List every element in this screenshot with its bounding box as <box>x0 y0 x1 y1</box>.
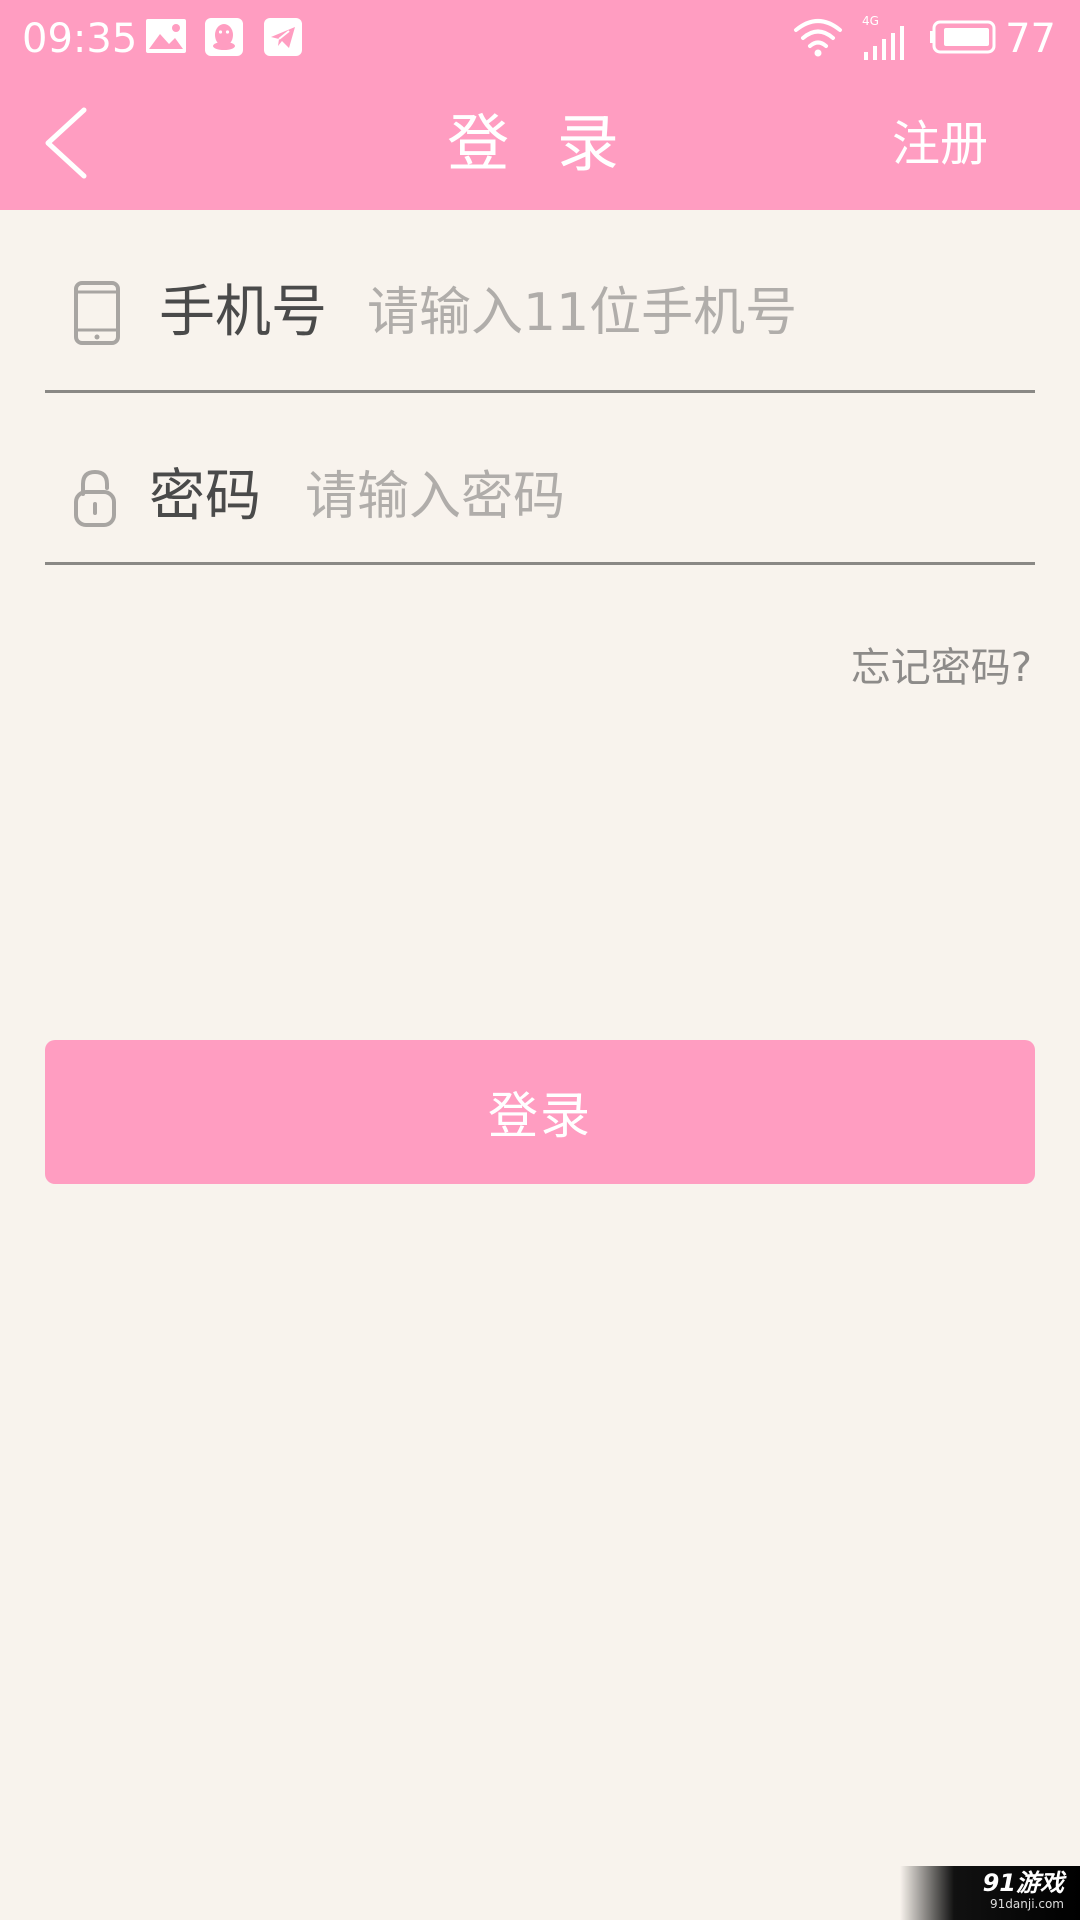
password-label: 密码 <box>149 464 261 529</box>
phone-row: 手机号 <box>45 210 1035 393</box>
login-button[interactable]: 登录 <box>45 1040 1035 1184</box>
telegram-icon <box>264 18 302 56</box>
signal-indicator: 4G <box>862 14 912 60</box>
status-time: 09:35 <box>22 16 138 62</box>
watermark-brand: 91游戏 <box>982 1869 1064 1897</box>
watermark-site: 91danji.com <box>990 1897 1064 1911</box>
password-input[interactable] <box>305 462 1025 532</box>
register-button[interactable]: 注册 <box>892 108 988 180</box>
password-row: 密码 <box>45 390 1035 565</box>
watermark: 91游戏 91danji.com <box>900 1866 1080 1920</box>
lock-icon <box>74 469 116 527</box>
image-icon <box>146 19 186 53</box>
battery-icon <box>930 20 996 54</box>
phone-icon <box>74 281 120 345</box>
status-bar: 09:35 4G 77 <box>0 0 1080 76</box>
wifi-icon <box>794 19 842 57</box>
qq-icon <box>205 18 243 56</box>
phone-input[interactable] <box>367 278 1027 348</box>
signal-icon <box>864 26 904 60</box>
forgot-password-link[interactable]: 忘记密码? <box>851 640 1032 696</box>
battery-level: 77 <box>1005 16 1056 62</box>
phone-label: 手机号 <box>159 280 327 345</box>
app-bar: 登 录 注册 <box>0 76 1080 210</box>
